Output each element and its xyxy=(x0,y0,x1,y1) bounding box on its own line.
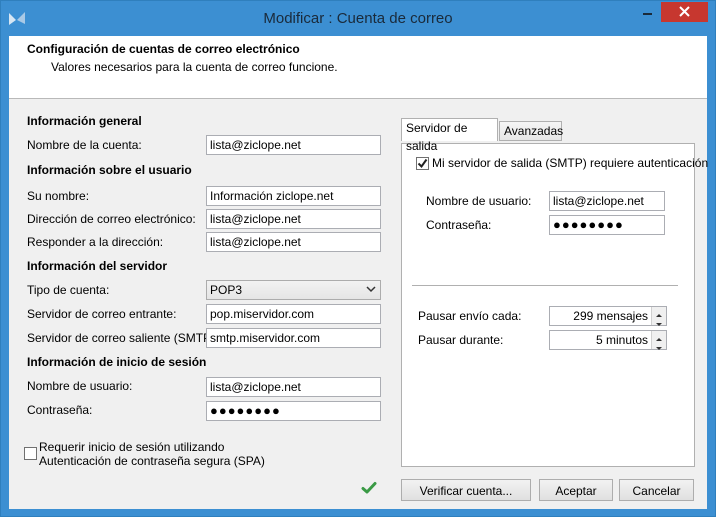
account-type-value: POP3 xyxy=(210,283,243,297)
login-user-input[interactable]: lista@ziclope.net xyxy=(206,377,381,397)
account-name-input[interactable]: lista@ziclope.net xyxy=(206,135,381,155)
spa-label-line1: Requerir inicio de sesión utilizando xyxy=(39,440,225,454)
smtp-user-input[interactable]: lista@ziclope.net xyxy=(549,191,665,211)
login-password-input[interactable]: ●●●●●●●● xyxy=(206,401,381,421)
login-password-label: Contraseña: xyxy=(27,403,93,417)
account-name-label: Nombre de la cuenta: xyxy=(27,138,142,152)
spa-checkbox[interactable] xyxy=(24,447,37,460)
reply-to-label: Responder a la dirección: xyxy=(27,235,164,249)
tab-advanced[interactable]: Avanzadas xyxy=(499,121,563,141)
incoming-server-input[interactable]: pop.miservidor.com xyxy=(206,304,381,324)
checkmark-icon xyxy=(417,158,428,169)
reply-to-input[interactable]: lista@ziclope.net xyxy=(206,232,381,252)
title-bar[interactable]: Modificar : Cuenta de correo xyxy=(1,1,715,36)
dialog-header: Configuración de cuentas de correo elect… xyxy=(9,36,707,99)
spa-label-line2: Autenticación de contraseña segura (SPA) xyxy=(39,454,265,468)
pause-for-spinner[interactable]: 5 minutos xyxy=(549,330,667,350)
pause-every-spinner[interactable]: 299 mensajes xyxy=(549,306,667,326)
outgoing-server-label: Servidor de correo saliente (SMTP): xyxy=(27,331,219,345)
your-name-input[interactable]: Información ziclope.net xyxy=(206,186,381,206)
pause-for-label: Pausar durante: xyxy=(418,333,504,347)
spin-down-icon[interactable] xyxy=(652,316,666,326)
close-button[interactable] xyxy=(661,2,708,22)
login-user-label: Nombre de usuario: xyxy=(27,379,133,393)
email-input[interactable]: lista@ziclope.net xyxy=(206,209,381,229)
your-name-label: Su nombre: xyxy=(27,189,90,203)
verify-account-button[interactable]: Verificar cuenta... xyxy=(401,479,531,501)
smtp-auth-label: Mi servidor de salida (SMTP) requiere au… xyxy=(432,156,709,170)
tab-panel: Mi servidor de salida (SMTP) requiere au… xyxy=(401,143,708,467)
pause-every-label: Pausar envío cada: xyxy=(418,309,522,323)
pause-for-stepper[interactable] xyxy=(651,331,666,350)
section-server: Información del servidor xyxy=(27,259,168,273)
section-user: Información sobre el usuario xyxy=(27,163,192,177)
account-type-label: Tipo de cuenta: xyxy=(27,283,110,297)
outgoing-server-input[interactable]: smtp.miservidor.com xyxy=(206,328,381,348)
smtp-user-label: Nombre de usuario: xyxy=(426,194,532,208)
smtp-password-label: Contraseña: xyxy=(426,218,492,232)
pause-every-stepper[interactable] xyxy=(651,307,666,326)
smtp-password-input[interactable]: ●●●●●●●● xyxy=(549,215,665,235)
pause-every-value: 299 mensajes xyxy=(573,309,648,323)
spin-up-icon[interactable] xyxy=(652,331,666,341)
section-login: Información de inicio de sesión xyxy=(27,355,207,369)
email-label: Dirección de correo electrónico: xyxy=(27,212,196,226)
tab-outgoing-server[interactable]: Servidor de salida xyxy=(401,118,498,153)
header-subtitle: Valores necesarios para la cuenta de cor… xyxy=(51,60,338,74)
dialog-body: Configuración de cuentas de correo elect… xyxy=(9,36,708,509)
panel-divider xyxy=(412,285,678,286)
verified-check-icon xyxy=(361,482,377,494)
chevron-down-icon xyxy=(366,286,376,293)
accept-button[interactable]: Aceptar xyxy=(539,479,613,501)
window-title: Modificar : Cuenta de correo xyxy=(263,10,453,27)
close-icon xyxy=(679,6,690,17)
pause-for-value: 5 minutos xyxy=(595,333,648,347)
smtp-auth-checkbox[interactable] xyxy=(416,157,429,170)
spin-down-icon[interactable] xyxy=(652,340,666,350)
minimize-icon[interactable] xyxy=(635,2,660,22)
cancel-button[interactable]: Cancelar xyxy=(619,479,694,501)
header-title: Configuración de cuentas de correo elect… xyxy=(27,42,300,56)
dialog-window: Modificar : Cuenta de correo Configuraci… xyxy=(0,0,716,517)
spin-up-icon[interactable] xyxy=(652,307,666,317)
account-type-select[interactable]: POP3 xyxy=(206,280,381,300)
incoming-server-label: Servidor de correo entrante: xyxy=(27,307,177,321)
section-general: Información general xyxy=(27,114,142,128)
